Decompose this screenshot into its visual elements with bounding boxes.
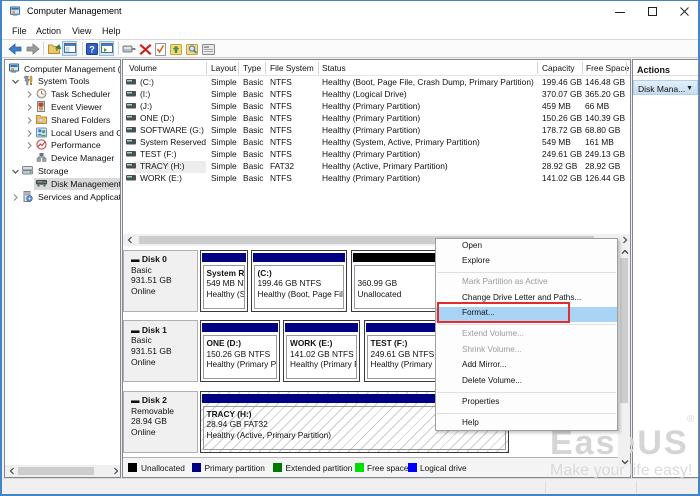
svg-text:?: ?: [89, 45, 95, 55]
svg-text:22: 22: [39, 119, 43, 123]
